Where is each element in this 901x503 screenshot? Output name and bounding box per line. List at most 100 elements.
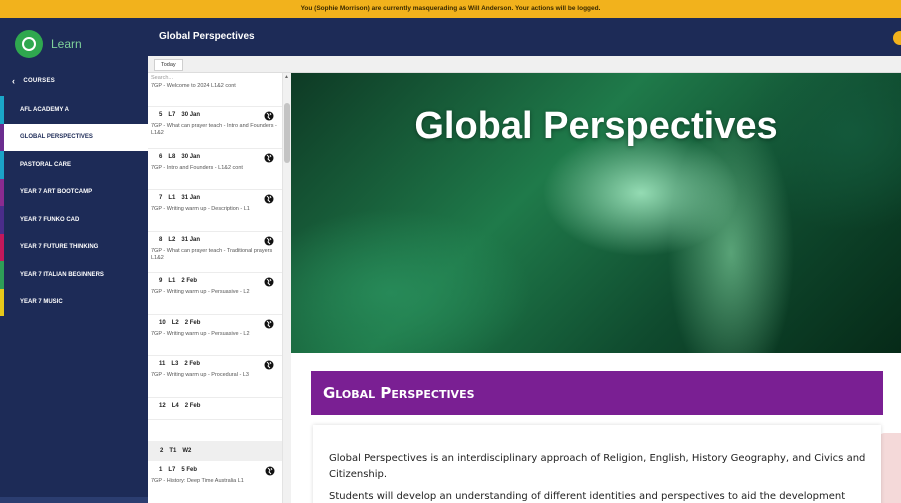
globe-icon [264, 360, 274, 370]
list-item[interactable]: 5 L7 30 Jan 7GP - What can prayer teach - … [148, 107, 282, 149]
sidebar-item-label: YEAR 7 MUSIC [20, 299, 63, 306]
hero-banner: Global Perspectives [291, 73, 901, 353]
sidebar-item-year7-music[interactable]: YEAR 7 MUSIC [0, 288, 148, 316]
list-item[interactable]: 11 L3 2 Feb 7GP - Writing warm up - Proced… [148, 356, 282, 398]
notification-icon[interactable] [893, 31, 901, 45]
lesson-period: L7 [168, 467, 176, 473]
sidebar: Learn ‹ COURSES AFL ACADEMY A GLOBAL PER… [0, 18, 148, 503]
globe-icon [264, 153, 274, 162]
lesson-description: 7GP - Intro and Founders - L1&2 cont [151, 164, 243, 171]
lesson-description: 7GP - Writing warm up - Persuasive - L2 [151, 289, 250, 295]
lesson-number: 5 [159, 112, 163, 118]
lesson-period: L1 [168, 195, 176, 201]
course-header: Global Perspectives [148, 18, 901, 56]
lesson-description: 7GP - History: Deep Time Australia L1 [151, 478, 244, 484]
lesson-date: 31 Jan [181, 236, 201, 243]
lesson-heading: 7 L1 31 Jan [151, 195, 279, 201]
lesson-number: 10 [159, 319, 166, 326]
lesson-number: 9 [159, 278, 163, 284]
globe-icon [264, 277, 274, 287]
lesson-heading: 10 L2 2 Feb [151, 320, 279, 326]
lesson-description: 7GP - Writing warm up - Procedural - L3 [151, 372, 249, 378]
sidebar-item-year7-future-thinking[interactable]: YEAR 7 FUTURE THINKING [0, 233, 148, 261]
list-item[interactable]: 6 L8 30 Jan 7GP - Intro and Founders - L1&… [148, 149, 282, 190]
sidebar-item-year7-art-bootcamp[interactable]: YEAR 7 ART BOOTCAMP [0, 178, 148, 206]
list-item[interactable]: 7 L1 31 Jan 7GP - Writing warm up - Descri… [148, 190, 282, 232]
hero-title: Global Perspectives [414, 105, 778, 147]
courses-back-label: COURSES [23, 78, 56, 84]
sidebar-item-label: GLOBAL PERSPECTIVES [20, 134, 93, 141]
lesson-date: 30 Jan [181, 153, 201, 160]
masquerade-banner: You (Sophie Morrison) are currently masq… [0, 0, 901, 18]
sidebar-item-afl-academy-a[interactable]: AFL ACADEMY A [0, 96, 148, 124]
today-button[interactable]: Today [154, 59, 183, 71]
list-item[interactable]: 12 L4 2 Feb [148, 398, 282, 420]
lesson-period: L3 [171, 361, 179, 367]
lesson-period: L7 [168, 112, 176, 118]
globe-icon [264, 236, 274, 245]
lesson-number: 8 [159, 236, 163, 243]
lesson-number: 12 [159, 402, 166, 409]
list-item[interactable]: 10 L2 2 Feb 7GP - Writing warm up - Persua… [148, 315, 282, 356]
second-paragraph: Students will develop an understanding o… [329, 491, 846, 502]
lesson-date: 2 Feb [184, 361, 201, 367]
lesson-heading: 5 L7 30 Jan [151, 112, 279, 118]
globe-icon [264, 319, 274, 328]
list-item[interactable]: 8 L2 31 Jan 7GP - What can prayer teach - … [148, 232, 282, 273]
lesson-period: L2 [168, 236, 176, 243]
lesson-heading: 6 L8 30 Jan [151, 154, 279, 160]
learn-logo-icon [15, 30, 43, 58]
course-content: Global Perspectives Global Perspectives … [291, 73, 901, 503]
lesson-description: 7GP - What can prayer teach - Traditiona… [151, 247, 273, 261]
chevron-left-icon: ‹ [12, 76, 16, 86]
lesson-period: L4 [171, 402, 179, 409]
globe-icon [264, 194, 274, 204]
lesson-date: 5 Feb [181, 467, 198, 473]
scrollbar-thumb[interactable] [284, 103, 290, 163]
sidebar-item-global-perspectives[interactable]: GLOBAL PERSPECTIVES [0, 123, 148, 151]
courses-back-link[interactable]: ‹ COURSES [0, 70, 148, 92]
lesson-description: 7GP - Writing warm up - Description - L1 [151, 206, 250, 212]
lesson-date: 2 Feb [184, 402, 201, 409]
sidebar-item-year7-italian-beginners[interactable]: YEAR 7 ITALIAN BEGINNERS [0, 261, 148, 289]
logo-text: Learn [51, 37, 82, 51]
globe-icon [264, 111, 274, 121]
sidebar-item-label: YEAR 7 FUNKO CAD [20, 216, 80, 223]
lesson-heading: 12 L4 2 Feb [151, 403, 279, 409]
lesson-date: 30 Jan [181, 112, 201, 118]
lesson-number: 7 [159, 195, 163, 201]
lesson-period: L2 [171, 319, 179, 326]
page-title: Global Perspectives [159, 31, 255, 42]
sidebar-footer [0, 497, 148, 503]
list-item[interactable]: 1 L7 5 Feb 7GP - History: Deep Time Austra… [148, 462, 282, 503]
sidebar-item-label: YEAR 7 FUTURE THINKING [20, 244, 99, 251]
list-item[interactable]: 7GP - Welcome to 2024 L1&2 cont [148, 83, 282, 107]
intro-paragraph: Global Perspectives is an interdisciplin… [329, 453, 866, 480]
sidebar-item-pastoral-care[interactable]: PASTORAL CARE [0, 151, 148, 179]
lesson-description: 7GP - What can prayer teach - Intro and … [151, 123, 277, 136]
lesson-heading: 1 L7 5 Feb [151, 467, 280, 473]
lesson-heading: 9 L1 2 Feb [151, 278, 279, 284]
logo[interactable]: Learn [0, 18, 148, 70]
sidebar-item-label: AFL ACADEMY A [20, 106, 70, 113]
lesson-search-input[interactable]: Search... [148, 73, 282, 83]
content-text: Global Perspectives is an interdisciplin… [313, 425, 881, 503]
course-list: AFL ACADEMY A GLOBAL PERSPECTIVES PASTOR… [0, 96, 148, 316]
lesson-toolbar: Today [148, 56, 901, 73]
sidebar-item-year7-funko-cad[interactable]: YEAR 7 FUNKO CAD [0, 206, 148, 234]
lesson-number: 1 [159, 467, 163, 473]
week-header[interactable]: 2 T1 W2 [148, 441, 282, 461]
lesson-heading: 8 L2 31 Jan [151, 237, 279, 243]
lesson-number: 6 [159, 153, 163, 160]
week-number: 2 [160, 448, 164, 454]
week-label: W2 [182, 448, 192, 454]
list-item[interactable]: 9 L1 2 Feb 7GP - Writing warm up - Persuas… [148, 273, 282, 315]
lesson-number: 11 [159, 361, 166, 367]
globe-icon [265, 466, 275, 476]
lesson-list-scrollbar[interactable]: ▲ [283, 73, 291, 503]
lesson-description: 7GP - Writing warm up - Persuasive - L2 [151, 330, 250, 337]
lesson-period: L1 [168, 278, 176, 284]
scroll-up-icon[interactable]: ▲ [284, 74, 289, 80]
sidebar-item-label: YEAR 7 ITALIAN BEGINNERS [20, 271, 104, 278]
sidebar-item-label: PASTORAL CARE [20, 161, 72, 168]
